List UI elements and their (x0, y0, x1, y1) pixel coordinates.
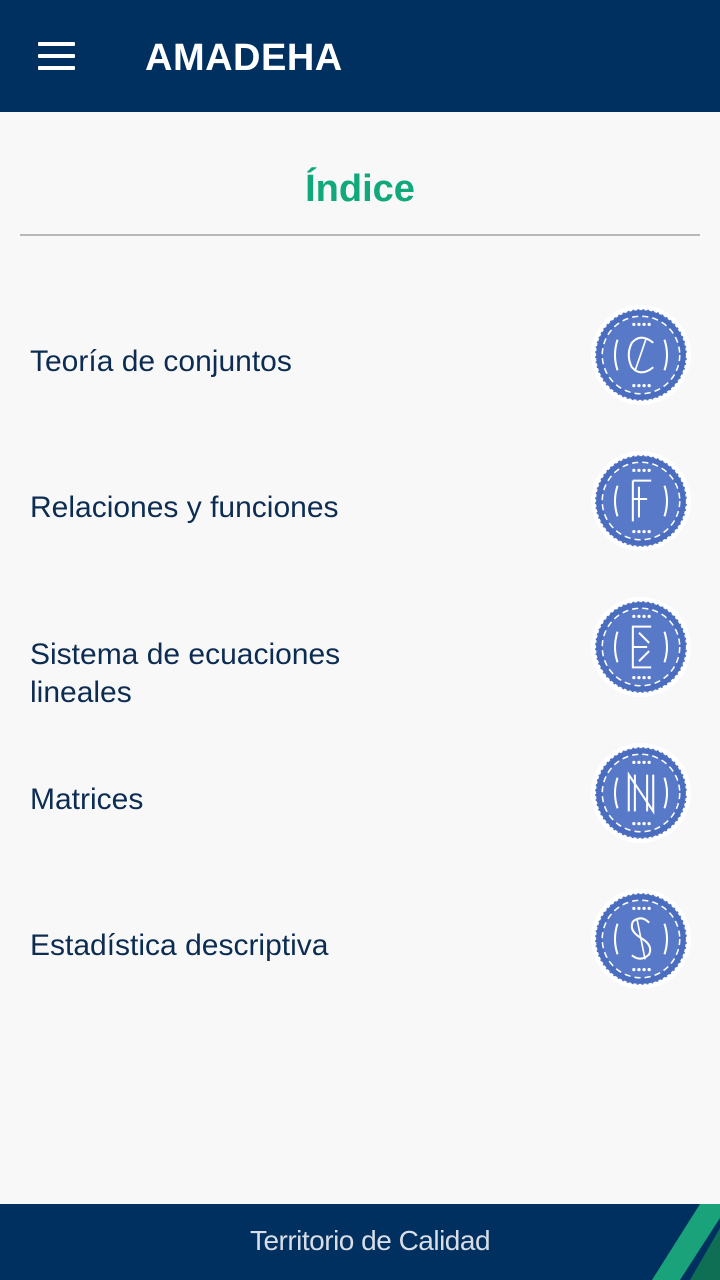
index-item-label: Matrices (30, 783, 144, 816)
letter-s-badge-icon (591, 889, 691, 989)
index-item-label: Teoría de conjuntos (30, 345, 292, 378)
index-item-relaciones-y-funciones[interactable]: Relaciones y funciones (0, 451, 720, 562)
index-item-label: Sistema de ecuaciones lineales (30, 638, 341, 709)
top-app-bar: AMADEHA (0, 0, 720, 112)
letter-m-badge-icon (591, 743, 691, 843)
footer-bar: Territorio de Calidad (0, 1204, 720, 1280)
index-item-label: Estadística descriptiva (30, 929, 329, 962)
letter-e-badge-icon (591, 597, 691, 697)
app-title: AMADEHA (145, 37, 343, 79)
index-item-estadistica-descriptiva[interactable]: Estadística descriptiva (0, 889, 720, 1000)
brand-stripe-icon (652, 1204, 720, 1280)
index-item-teoria-de-conjuntos[interactable]: Teoría de conjuntos (0, 305, 720, 416)
page-title: Índice (305, 168, 415, 210)
letter-f-badge-icon (591, 451, 691, 551)
menu-button[interactable] (30, 36, 82, 76)
index-item-sistema-de-ecuaciones-lineales[interactable]: Sistema de ecuaciones lineales (0, 597, 720, 709)
index-item-matrices[interactable]: Matrices (0, 743, 720, 854)
title-divider (20, 234, 700, 236)
letter-c-badge-icon (591, 305, 691, 405)
index-item-label: Relaciones y funciones (30, 491, 339, 524)
app-screen: AMADEHA Índice Teoría de conjuntos Relac… (0, 0, 720, 1280)
